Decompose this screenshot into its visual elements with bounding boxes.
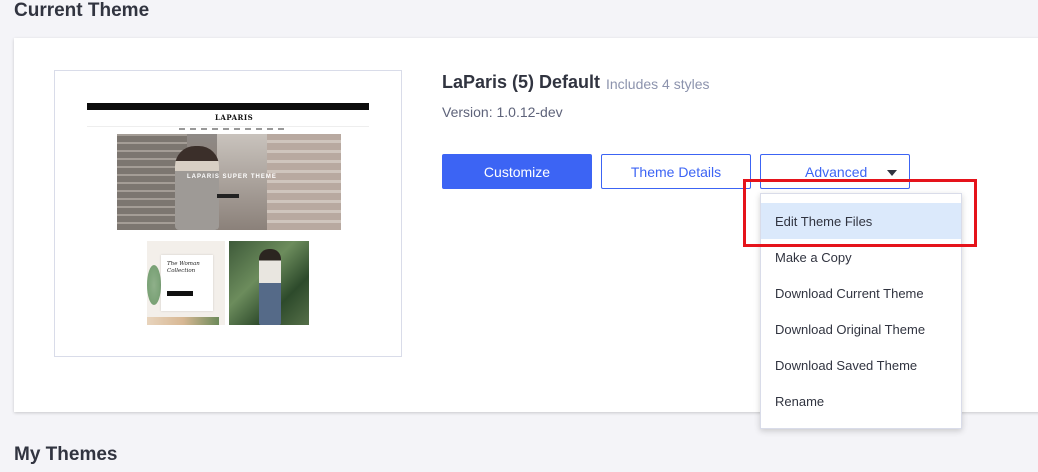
- customize-button[interactable]: Customize: [442, 154, 592, 189]
- menu-item-rename[interactable]: Rename: [761, 383, 961, 419]
- preview-collection-button: [167, 291, 193, 296]
- preview-menu-links: [179, 128, 289, 130]
- preview-hero-button: [217, 194, 239, 198]
- section-title-my-themes: My Themes: [14, 444, 118, 465]
- preview-building-right: [267, 134, 341, 230]
- advanced-label: Advanced: [805, 164, 868, 180]
- preview-nav: LAPARIS: [87, 112, 369, 130]
- advanced-dropdown-menu: Edit Theme Files Make a Copy Download Cu…: [760, 193, 962, 429]
- preview-lookbook-image: [229, 241, 309, 325]
- preview-topbar: [87, 103, 369, 110]
- preview-plant-image: [147, 265, 161, 305]
- menu-item-make-a-copy[interactable]: Make a Copy: [761, 239, 961, 275]
- theme-styles-note: Includes 4 styles: [606, 76, 710, 92]
- preview-collection-card: The Woman Collection: [147, 241, 225, 325]
- theme-name: LaParis (5) Default: [442, 72, 601, 92]
- theme-version: Version: 1.0.12-dev: [442, 104, 563, 120]
- preview-hero-text: LAPARIS SUPER THEME: [187, 174, 277, 180]
- menu-item-download-original-theme[interactable]: Download Original Theme: [761, 311, 961, 347]
- preview-collection-box: The Woman Collection: [161, 255, 213, 311]
- preview-bottom-strip: [147, 317, 219, 325]
- preview-logo: LAPARIS: [215, 113, 254, 122]
- preview-building-middle: [217, 134, 267, 230]
- preview-collection-title: The Woman Collection: [167, 261, 200, 274]
- caret-down-icon: [887, 170, 897, 176]
- menu-item-download-saved-theme[interactable]: Download Saved Theme: [761, 347, 961, 383]
- theme-preview-thumbnail[interactable]: LAPARIS LAPARIS SUPER THEME The Woman Co…: [54, 70, 402, 357]
- menu-item-edit-theme-files[interactable]: Edit Theme Files: [761, 203, 961, 239]
- preview-hero-image: LAPARIS SUPER THEME: [117, 134, 341, 230]
- section-title-current-theme: Current Theme: [14, 0, 150, 21]
- advanced-dropdown-button[interactable]: Advanced: [760, 154, 910, 189]
- preview-model: [175, 146, 219, 230]
- theme-details-button[interactable]: Theme Details: [601, 154, 751, 189]
- preview-model-2: [259, 249, 281, 325]
- menu-item-download-current-theme[interactable]: Download Current Theme: [761, 275, 961, 311]
